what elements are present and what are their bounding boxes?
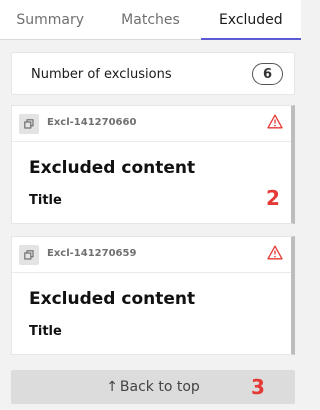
exclusions-count-badge: 6 bbox=[252, 63, 283, 85]
excluded-content-title: Title bbox=[29, 193, 62, 208]
exclusion-id: Excl-141270659 bbox=[47, 248, 137, 259]
back-to-top-label: Back to top bbox=[119, 379, 200, 395]
excluded-content-title: Title bbox=[29, 324, 62, 339]
excluded-content-heading: Excluded content bbox=[29, 289, 196, 309]
excluded-content-heading: Excluded content bbox=[29, 158, 196, 178]
tab-summary[interactable]: Summary bbox=[0, 0, 100, 39]
excluded-card-header: Excl-141270659 bbox=[12, 237, 291, 273]
copy-icon bbox=[24, 119, 34, 129]
annotation-3: 3 bbox=[251, 375, 265, 399]
arrow-up-icon: ↑ bbox=[106, 379, 118, 395]
exclusions-count-label: Number of exclusions bbox=[31, 67, 172, 82]
excluded-card: Excl-141270660 Excluded content Title bbox=[11, 105, 295, 224]
copy-button[interactable] bbox=[19, 245, 39, 265]
annotation-2: 2 bbox=[266, 186, 280, 210]
tab-matches[interactable]: Matches bbox=[100, 0, 200, 39]
warning-triangle-icon bbox=[267, 245, 283, 260]
excluded-card-header: Excl-141270660 bbox=[12, 106, 291, 142]
warning-triangle-icon bbox=[267, 114, 283, 129]
copy-icon bbox=[24, 250, 34, 260]
copy-button[interactable] bbox=[19, 114, 39, 134]
tab-bar: Summary Matches Excluded bbox=[0, 0, 302, 40]
exclusions-count-card: Number of exclusions 6 bbox=[11, 52, 295, 95]
exclusion-id: Excl-141270660 bbox=[47, 117, 137, 128]
excluded-card: Excl-141270659 Excluded content Title bbox=[11, 236, 295, 355]
excluded-panel: Summary Matches Excluded 1 Number of exc… bbox=[0, 0, 302, 410]
tab-excluded[interactable]: Excluded bbox=[200, 0, 302, 40]
